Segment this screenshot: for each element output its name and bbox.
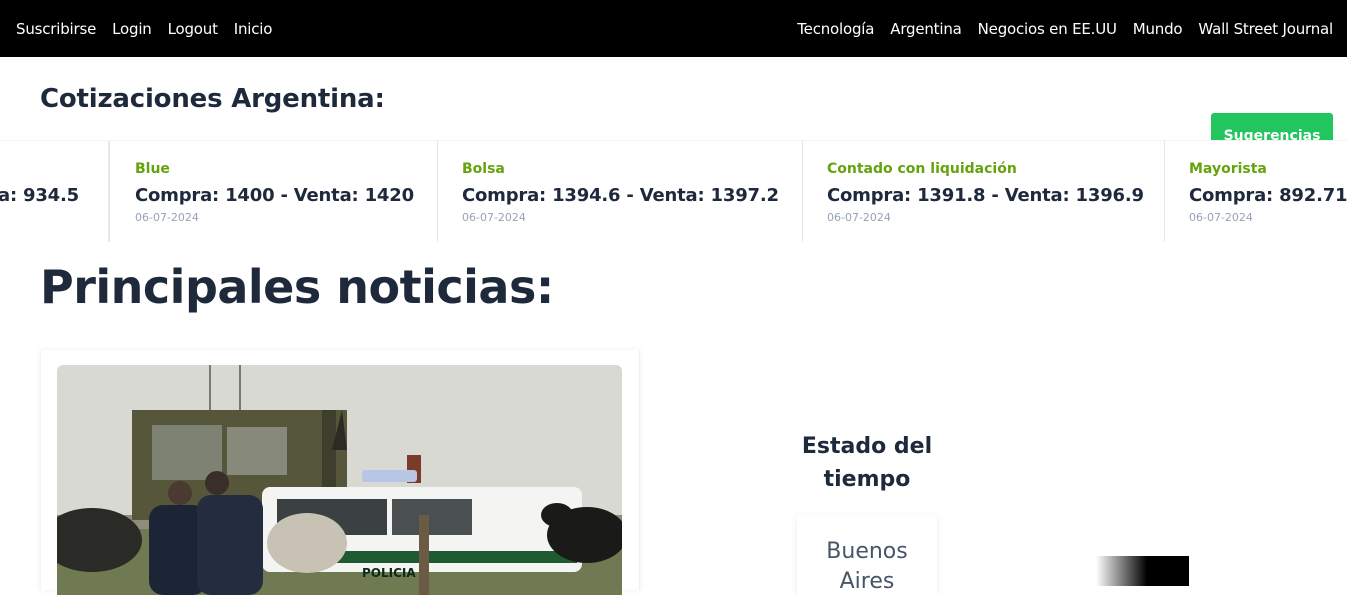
quote-values: Compra: 1400 - Venta: 1420	[135, 185, 414, 206]
quote-date: 06-07-2024	[1189, 211, 1253, 224]
nav-link-login[interactable]: Login	[112, 20, 152, 38]
police-text: POLICIA	[362, 566, 416, 580]
nav-link-inicio[interactable]: Inicio	[234, 20, 273, 38]
quote-values: Compra: 892.71	[1189, 185, 1347, 206]
weather-city: Buenos Aires	[826, 539, 908, 594]
cotizaciones-title: Cotizaciones Argentina:	[40, 84, 385, 114]
news-photo: POLICIA	[57, 365, 622, 595]
quote-card-bolsa: Bolsa Compra: 1394.6 - Venta: 1397.2 06-…	[438, 141, 803, 242]
quote-values: a: 934.5	[0, 185, 79, 206]
news-image[interactable]: POLICIA	[57, 365, 622, 595]
quote-card-partial: a: 934.5	[0, 141, 109, 242]
nav-right-group: Tecnología Argentina Negocios en EE.UU M…	[797, 0, 1333, 57]
weather-card[interactable]: Buenos Aires	[797, 515, 937, 595]
nav-link-argentina[interactable]: Argentina	[890, 20, 962, 38]
nav-link-mundo[interactable]: Mundo	[1133, 20, 1183, 38]
weather-title: Estado del tiempo	[801, 434, 933, 492]
quote-values: Compra: 1391.8 - Venta: 1396.9	[827, 185, 1144, 206]
quote-date: 06-07-2024	[135, 211, 199, 224]
dark-widget	[1096, 556, 1189, 586]
nav-link-tecnologia[interactable]: Tecnología	[797, 20, 874, 38]
quote-name: Mayorista	[1189, 161, 1267, 177]
nav-link-logout[interactable]: Logout	[168, 20, 218, 38]
news-section-title: Principales noticias:	[40, 260, 554, 314]
top-navbar: Suscribirse Login Logout Inicio Tecnolog…	[0, 0, 1347, 57]
quote-card-mayorista: Mayorista Compra: 892.71 06-07-2024	[1165, 141, 1347, 242]
quote-name: Blue	[135, 161, 170, 177]
quote-card-blue: Blue Compra: 1400 - Venta: 1420 06-07-20…	[109, 141, 438, 242]
quote-name: Bolsa	[462, 161, 505, 177]
nav-left-group: Suscribirse Login Logout Inicio	[16, 0, 272, 57]
quote-name: Contado con liquidación	[827, 161, 1017, 177]
quote-date: 06-07-2024	[827, 211, 891, 224]
nav-link-wsj[interactable]: Wall Street Journal	[1198, 20, 1333, 38]
nav-link-negocios[interactable]: Negocios en EE.UU	[978, 20, 1117, 38]
quote-date: 06-07-2024	[462, 211, 526, 224]
quote-card-ccl: Contado con liquidación Compra: 1391.8 -…	[803, 141, 1165, 242]
quote-values: Compra: 1394.6 - Venta: 1397.2	[462, 185, 779, 206]
news-card[interactable]: POLICIA	[40, 350, 640, 595]
nav-link-suscribirse[interactable]: Suscribirse	[16, 20, 96, 38]
quotes-ticker: a: 934.5 Blue Compra: 1400 - Venta: 1420…	[0, 140, 1347, 242]
